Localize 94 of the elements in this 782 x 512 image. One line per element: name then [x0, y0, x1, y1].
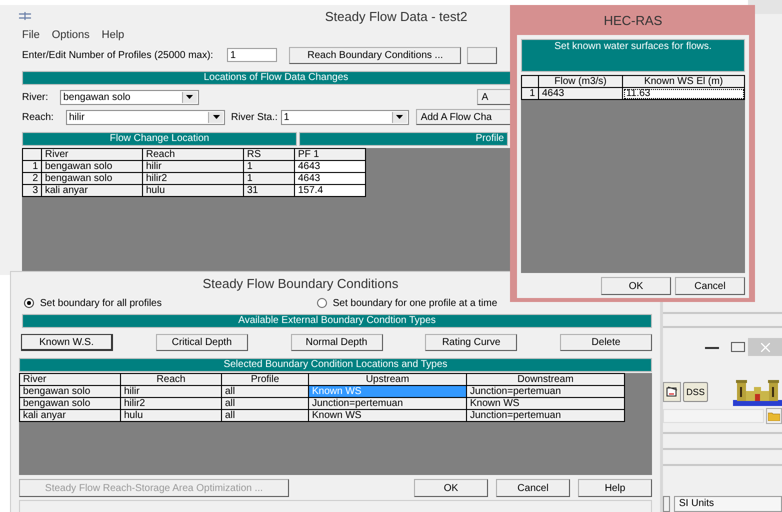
- table-cell[interactable]: all: [222, 410, 308, 422]
- table-cell[interactable]: all: [222, 398, 308, 410]
- table-cell[interactable]: Junction=pertemuan: [308, 398, 466, 410]
- column-header: River: [20, 374, 120, 386]
- table-cell[interactable]: Junction=pertemuan: [466, 410, 624, 422]
- table-cell[interactable]: Junction=pertemuan: [466, 386, 624, 398]
- radio-label: Set boundary for all profiles: [40, 298, 162, 308]
- table-cell[interactable]: kali anyar: [20, 410, 120, 422]
- maximize-icon[interactable]: [731, 342, 745, 352]
- dialog-message: Set known water surfaces for flows.: [521, 39, 745, 72]
- table-cell: 4643: [538, 88, 623, 100]
- column-header: Reach: [142, 148, 244, 160]
- boundary-type-button[interactable]: Critical Depth: [156, 334, 248, 351]
- column-header: Known WS El (m): [622, 76, 744, 88]
- window-title: Steady Flow Data - test2: [325, 8, 468, 24]
- menu-item[interactable]: File: [22, 29, 40, 41]
- table-cell: 1: [244, 172, 294, 184]
- column-header: Flow (m3/s): [538, 76, 623, 88]
- table-cell: bengawan solo: [42, 160, 142, 172]
- table-cell: hulu: [142, 184, 244, 196]
- river-station-dropdown[interactable]: 1: [280, 110, 409, 124]
- row-number: 1: [22, 160, 42, 172]
- radio-button[interactable]: [24, 298, 34, 308]
- column-header: Upstream: [308, 374, 466, 386]
- radio-label: Set boundary for one profile at a time: [332, 298, 498, 308]
- table-cell[interactable]: hilir: [120, 386, 222, 398]
- menu-item[interactable]: Help: [102, 29, 124, 41]
- dialog-button[interactable]: Cancel: [675, 277, 745, 295]
- table-cell: 157.4: [294, 184, 366, 196]
- row-number: 1: [522, 88, 538, 100]
- reach-dropdown[interactable]: hilir: [66, 110, 225, 124]
- table-header: [22, 148, 42, 160]
- table-cell: hilir2: [142, 172, 244, 184]
- table-cell: 4643: [294, 160, 366, 172]
- toolbar-button[interactable]: [467, 46, 498, 64]
- dialog-button[interactable]: Cancel: [496, 479, 570, 497]
- section-header: Available External Boundary Condtion Types: [22, 314, 652, 328]
- document-icon: [666, 386, 678, 398]
- dialog-button[interactable]: OK: [601, 277, 671, 295]
- dss-button[interactable]: DSS: [683, 382, 708, 402]
- column-header: Reach: [120, 374, 222, 386]
- row-number: 3: [22, 184, 42, 196]
- river-label: River:: [22, 92, 50, 102]
- column-header: River: [42, 148, 142, 160]
- column-header: PF 1: [294, 148, 366, 160]
- table-cell: hilir: [142, 160, 244, 172]
- path-field[interactable]: [663, 409, 764, 423]
- table-cell[interactable]: bengawan solo: [20, 398, 120, 410]
- caret-icon: [212, 115, 220, 119]
- table-cell[interactable]: Known WS: [466, 398, 624, 410]
- castle-logo-icon: [733, 378, 782, 406]
- section-header: Selected Boundary Condition Locations and Types: [19, 358, 652, 372]
- profiles-label: Enter/Edit Number of Profiles (25000 max):: [22, 50, 214, 60]
- boundary-type-button[interactable]: Rating Curve: [425, 334, 518, 351]
- boundary-type-button[interactable]: Known W.S.: [21, 334, 113, 351]
- edit-tool-button[interactable]: [663, 382, 681, 402]
- dialog-title: Steady Flow Boundary Conditions: [202, 275, 398, 293]
- table-cell[interactable]: hilir2: [120, 398, 222, 410]
- flow-icon: [18, 11, 32, 21]
- dialog-button[interactable]: Help: [578, 479, 652, 497]
- table-cell: 31: [244, 184, 294, 196]
- units-field[interactable]: SI Units: [674, 496, 782, 512]
- boundary-type-button[interactable]: Normal Depth: [290, 334, 382, 351]
- close-icon: [760, 342, 770, 352]
- boundary-type-button[interactable]: Delete: [560, 334, 652, 351]
- minimize-icon[interactable]: [705, 346, 719, 348]
- table-header: [522, 76, 538, 88]
- table-cell: kali anyar: [42, 184, 142, 196]
- table-cell: 1: [244, 160, 294, 172]
- row-number: 2: [22, 172, 42, 184]
- profiles-field[interactable]: 1: [227, 48, 278, 62]
- river-dropdown[interactable]: bengawan solo: [60, 90, 199, 104]
- column-header: Downstream: [466, 374, 624, 386]
- table-cell: 4643: [294, 172, 366, 184]
- menu-item[interactable]: Options: [52, 29, 90, 41]
- section-header: Flow Change Location: [22, 132, 297, 146]
- caret-icon: [396, 115, 404, 119]
- table-cell[interactable]: all: [222, 386, 308, 398]
- reach-label: Reach:: [22, 112, 55, 122]
- open-folder-button[interactable]: [766, 408, 782, 424]
- table-cell[interactable]: Known WS: [308, 410, 466, 422]
- table-cell[interactable]: bengawan solo: [20, 386, 120, 398]
- table-cell[interactable]: hulu: [120, 410, 222, 422]
- caret-icon: [186, 95, 194, 99]
- units-button[interactable]: [663, 496, 670, 512]
- radio-button[interactable]: [316, 298, 327, 308]
- dialog-button[interactable]: OK: [414, 479, 488, 497]
- dialog-title: HEC-RAS: [602, 12, 664, 30]
- column-header: RS: [244, 148, 294, 160]
- column-header: Profile: [222, 374, 308, 386]
- table-cell: bengawan solo: [42, 172, 142, 184]
- river-station-label: River Sta.:: [231, 112, 278, 122]
- reach-boundary-button[interactable]: Reach Boundary Conditions ...: [289, 46, 462, 64]
- section-header: Profile: [299, 132, 508, 146]
